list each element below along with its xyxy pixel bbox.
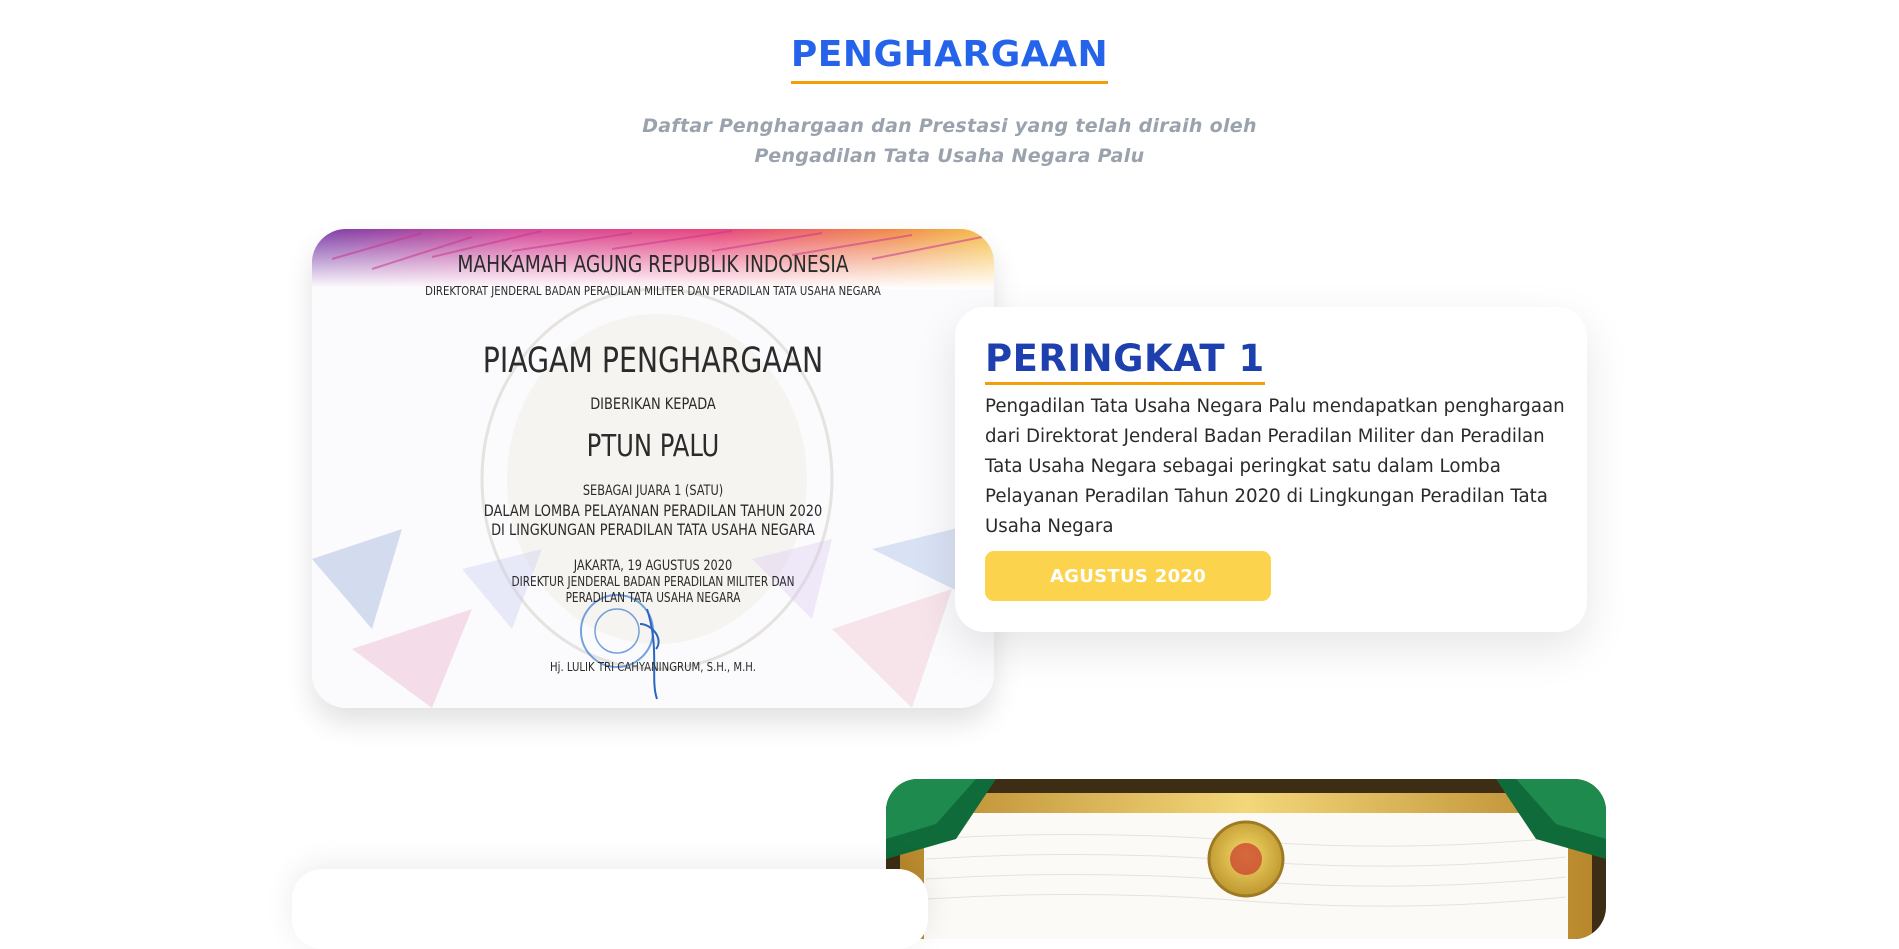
section-subtitle: Daftar Penghargaan dan Prestasi yang tel…: [0, 111, 1899, 171]
certificate-image: MAHKAMAH AGUNG REPUBLIK INDONESIA DIREKT…: [312, 229, 994, 708]
cert-signer-title-1: DIREKTUR JENDERAL BADAN PERADILAN MILITE…: [511, 575, 795, 590]
subtitle-line-2: Pengadilan Tata Usaha Negara Palu: [754, 145, 1145, 167]
certificate-image-2: [886, 779, 1606, 939]
cert-directorate: DIREKTORAT JENDERAL BADAN PERADILAN MILI…: [425, 283, 881, 298]
cert-place-date: JAKARTA, 19 AGUSTUS 2020: [573, 558, 733, 574]
cert-line-3: DI LINGKUNGAN PERADILAN TATA USAHA NEGAR…: [491, 520, 815, 539]
award-card-2: [292, 869, 928, 949]
section-header: PENGHARGAAN: [0, 34, 1899, 84]
cert-given-to: DIBERIKAN KEPADA: [590, 394, 716, 413]
certificate-2-background: [886, 779, 1606, 939]
subtitle-line-1: Daftar Penghargaan dan Prestasi yang tel…: [642, 115, 1257, 137]
award-description: Pengadilan Tata Usaha Negara Palu mendap…: [985, 396, 1565, 537]
certificate-background: [312, 229, 994, 708]
award-date-button[interactable]: AGUSTUS 2020: [985, 551, 1271, 601]
cert-line-1: SEBAGAI JUARA 1 (SATU): [582, 483, 724, 499]
cert-org: MAHKAMAH AGUNG REPUBLIK INDONESIA: [457, 252, 849, 278]
cert-recipient: PTUN PALU: [586, 429, 720, 464]
section-title: PENGHARGAAN: [790, 34, 1109, 84]
cert-line-2: DALAM LOMBA PELAYANAN PERADILAN TAHUN 20…: [483, 501, 823, 520]
cert-signer-name: Hj. LULIK TRI CAHYANINGRUM, S.H., M.H.: [550, 659, 756, 674]
cert-title: PIAGAM PENGHARGAAN: [482, 341, 824, 381]
award-heading: PERINGKAT 1: [985, 337, 1265, 385]
cert-signer-title-2: PERADILAN TATA USAHA NEGARA: [565, 591, 741, 606]
award-card: PERINGKAT 1 Pengadilan Tata Usaha Negara…: [955, 307, 1587, 632]
